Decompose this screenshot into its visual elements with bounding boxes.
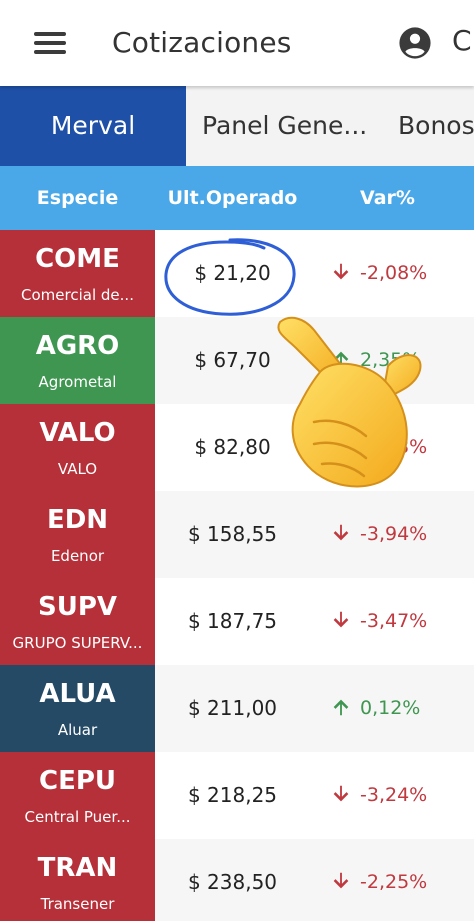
column-header-var[interactable]: Var% bbox=[310, 166, 465, 230]
pointing-hand-icon bbox=[277, 316, 422, 488]
column-header-especie[interactable]: Especie bbox=[0, 166, 155, 230]
last-price: $ 238,50 bbox=[187, 870, 278, 894]
variation-value: -2,08% bbox=[360, 262, 428, 284]
table-header: Especie Ult.Operado Var% bbox=[0, 166, 474, 230]
quote-row[interactable]: COME Comercial de... $ 21,20 -2,08% bbox=[0, 230, 474, 317]
last-price: $ 218,25 bbox=[187, 783, 278, 807]
quote-row[interactable]: ALUA Aluar $ 211,00 0,12% bbox=[0, 665, 474, 752]
variation-value: -3,24% bbox=[360, 784, 428, 806]
variation-value: -3,94% bbox=[360, 523, 428, 545]
symbol-code: TRAN bbox=[37, 853, 118, 883]
symbol-cell[interactable]: COME Comercial de... bbox=[0, 230, 155, 317]
variation-cell: 0,12% bbox=[330, 665, 474, 752]
symbol-code: COME bbox=[35, 244, 120, 274]
market-tabs: Merval Panel Gene... Bonos bbox=[0, 86, 474, 166]
arrow-down-icon bbox=[333, 611, 349, 627]
symbol-name: Edenor bbox=[50, 547, 105, 565]
symbol-cell[interactable]: AGRO Agrometal bbox=[0, 317, 155, 404]
last-price: $ 187,75 bbox=[187, 609, 278, 633]
symbol-code: EDN bbox=[46, 505, 109, 535]
symbol-code: CEPU bbox=[38, 766, 116, 796]
symbol-cell[interactable]: CEPU Central Puer... bbox=[0, 752, 155, 839]
tab-merval[interactable]: Merval bbox=[0, 86, 186, 166]
account-circle-icon[interactable] bbox=[398, 26, 432, 60]
symbol-name: Aluar bbox=[57, 721, 98, 739]
quote-row[interactable]: EDN Edenor $ 158,55 -3,94% bbox=[0, 491, 474, 578]
symbol-cell[interactable]: TRAN Transener bbox=[0, 839, 155, 921]
variation-cell: -2,08% bbox=[330, 230, 474, 317]
symbol-name: Comercial de... bbox=[21, 286, 134, 304]
symbol-cell[interactable]: VALO VALO bbox=[0, 404, 155, 491]
symbol-name: Agrometal bbox=[38, 373, 117, 391]
symbol-cell[interactable]: SUPV GRUPO SUPERV... bbox=[0, 578, 155, 665]
variation-cell: -3,24% bbox=[330, 752, 474, 839]
tab-bonos[interactable]: Bonos bbox=[398, 86, 474, 166]
last-price: $ 21,20 bbox=[194, 261, 271, 285]
page-title: Cotizaciones bbox=[112, 26, 292, 59]
variation-cell: -2,25% bbox=[330, 839, 474, 921]
arrow-down-icon bbox=[333, 524, 349, 540]
app-bar: Cotizaciones C bbox=[0, 0, 474, 86]
symbol-cell[interactable]: ALUA Aluar bbox=[0, 665, 155, 752]
quote-row[interactable]: SUPV GRUPO SUPERV... $ 187,75 -3,47% bbox=[0, 578, 474, 665]
symbol-code: VALO bbox=[39, 418, 116, 448]
variation-value: 0,12% bbox=[360, 697, 421, 719]
symbol-code: SUPV bbox=[37, 592, 117, 622]
symbol-name: GRUPO SUPERV... bbox=[12, 634, 143, 652]
tab-panel-general[interactable]: Panel Gene... bbox=[202, 86, 367, 166]
arrow-down-icon bbox=[333, 872, 349, 888]
quote-row[interactable]: CEPU Central Puer... $ 218,25 -3,24% bbox=[0, 752, 474, 839]
last-price: $ 158,55 bbox=[187, 522, 278, 546]
variation-cell: -3,94% bbox=[330, 491, 474, 578]
symbol-name: Transener bbox=[40, 895, 115, 913]
symbol-cell[interactable]: EDN Edenor bbox=[0, 491, 155, 578]
symbol-code: ALUA bbox=[39, 679, 116, 709]
cut-off-action[interactable]: C bbox=[452, 24, 472, 57]
variation-cell: -3,47% bbox=[330, 578, 474, 665]
variation-value: -3,47% bbox=[360, 610, 428, 632]
arrow-down-icon bbox=[333, 785, 349, 801]
arrow-down-icon bbox=[333, 263, 349, 279]
symbol-code: AGRO bbox=[35, 331, 120, 361]
last-price: $ 211,00 bbox=[187, 696, 278, 720]
arrow-up-icon bbox=[333, 699, 349, 715]
menu-icon[interactable] bbox=[34, 32, 66, 54]
variation-value: -2,25% bbox=[360, 871, 428, 893]
quote-row[interactable]: TRAN Transener $ 238,50 -2,25% bbox=[0, 839, 474, 921]
column-header-ult-operado[interactable]: Ult.Operado bbox=[155, 166, 310, 230]
symbol-name: Central Puer... bbox=[24, 808, 131, 826]
symbol-name: VALO bbox=[57, 460, 98, 478]
